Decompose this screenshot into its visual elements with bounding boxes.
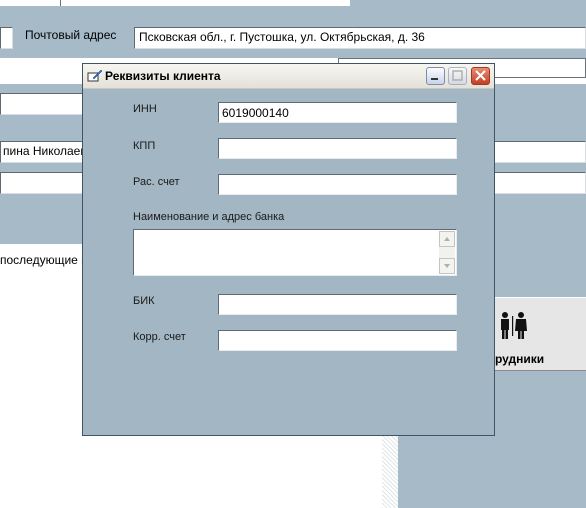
postal-address-field[interactable]: Псковская обл., г. Пустошка, ул. Октябрь… [134, 27, 586, 49]
minimize-button[interactable] [426, 67, 445, 85]
edit-icon [87, 69, 103, 82]
close-icon [475, 70, 486, 81]
maximize-button[interactable] [448, 67, 467, 85]
left-field-partial[interactable] [0, 27, 13, 49]
people-icon [501, 312, 527, 339]
client-details-dialog: Реквизиты клиента ИНН 6019000140 КПП Рас… [82, 63, 495, 436]
right-field-3[interactable] [494, 141, 586, 163]
account-label: Рас. счет [133, 176, 180, 188]
account-field[interactable] [218, 174, 457, 195]
left-field-2[interactable] [0, 93, 84, 115]
bik-field[interactable] [218, 294, 457, 315]
employees-button-label: рудники [495, 352, 545, 366]
bik-label: БИК [133, 295, 155, 307]
scroll-down-icon [444, 264, 450, 268]
kpp-label: КПП [133, 140, 156, 152]
inn-field[interactable]: 6019000140 [218, 102, 457, 123]
maximize-icon [452, 70, 463, 81]
right-field-4[interactable] [494, 172, 586, 194]
dialog-title: Реквизиты клиента [105, 69, 221, 83]
postal-address-label: Почтовый адрес [25, 28, 117, 42]
close-button[interactable] [471, 67, 490, 85]
lower-stipple-strip [382, 436, 398, 508]
dialog-title-bar[interactable]: Реквизиты клиента [83, 64, 494, 89]
lower-right-panel-bg [398, 436, 586, 508]
employees-button[interactable]: рудники [494, 297, 586, 371]
notes-area[interactable] [0, 244, 82, 508]
corr-label: Корр. счет [133, 331, 186, 343]
lower-left-white [82, 436, 382, 508]
minimize-icon [431, 78, 438, 80]
scroll-up-icon [444, 237, 450, 241]
inn-label: ИНН [133, 103, 157, 115]
bank-label: Наименование и адрес банка [133, 211, 285, 223]
scroll-down-button[interactable] [439, 258, 455, 274]
corr-field[interactable] [218, 330, 457, 351]
notes-text-partial: последующие в [0, 253, 88, 267]
name-field-partial[interactable]: пина Николаев [0, 141, 84, 163]
bank-scrollbar[interactable] [439, 231, 455, 274]
kpp-field[interactable] [218, 138, 457, 159]
bank-textarea[interactable] [133, 229, 457, 276]
left-field-4[interactable] [0, 172, 84, 194]
scroll-up-button[interactable] [439, 231, 455, 247]
